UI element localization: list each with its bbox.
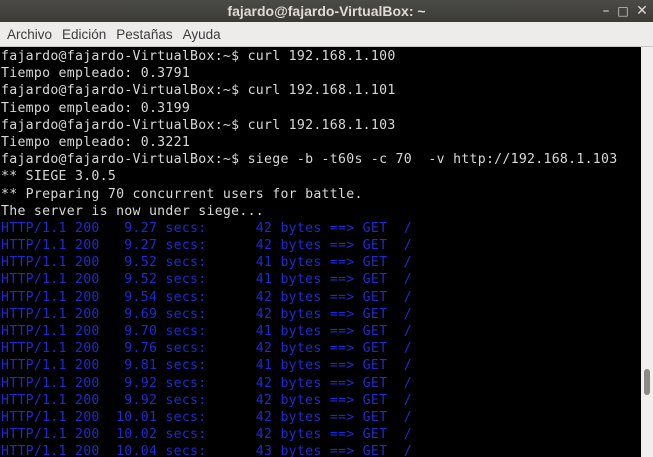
terminal-line: ** SIEGE 3.0.5 — [1, 169, 117, 185]
title-bar[interactable]: fajardo@fajardo-VirtualBox: ~ – □ ✕ — [0, 0, 653, 22]
scrollbar-thumb[interactable] — [644, 369, 650, 395]
siege-result-line: HTTP/1.1 200 9.27 secs: 42 bytes ==> GET… — [1, 238, 412, 254]
minimize-icon[interactable]: – — [598, 3, 614, 19]
menu-edicion[interactable]: Edición — [57, 22, 111, 47]
siege-result-line: HTTP/1.1 200 9.52 secs: 41 bytes ==> GET… — [1, 272, 412, 288]
menu-bar: Archivo Edición Pestañas Ayuda — [0, 22, 653, 47]
window-title: fajardo@fajardo-VirtualBox: ~ — [227, 3, 426, 19]
terminal-line: The server is now under siege... — [1, 203, 265, 219]
terminal-lines: fajardo@fajardo-VirtualBox:~$ curl 192.1… — [1, 48, 617, 457]
terminal-line: Tiempo empleado: 0.3221 — [1, 134, 191, 150]
siege-result-line: HTTP/1.1 200 9.92 secs: 42 bytes ==> GET… — [1, 392, 412, 408]
siege-result-line: HTTP/1.1 200 9.76 secs: 42 bytes ==> GET… — [1, 341, 412, 357]
terminal-window: fajardo@fajardo-VirtualBox: ~ – □ ✕ Arch… — [0, 0, 653, 457]
siege-result-line: HTTP/1.1 200 9.70 secs: 41 bytes ==> GET… — [1, 324, 412, 339]
terminal-line: ** Preparing 70 concurrent users for bat… — [1, 186, 363, 202]
menu-ayuda[interactable]: Ayuda — [178, 22, 226, 47]
terminal-line: fajardo@fajardo-VirtualBox:~$ curl 192.1… — [1, 49, 396, 64]
siege-result-line: HTTP/1.1 200 10.04 secs: 43 bytes ==> GE… — [1, 444, 412, 457]
siege-result-line: HTTP/1.1 200 9.27 secs: 42 bytes ==> GET… — [1, 220, 412, 236]
siege-result-line: HTTP/1.1 200 9.69 secs: 42 bytes ==> GET… — [1, 306, 412, 322]
siege-result-line: HTTP/1.1 200 9.92 secs: 42 bytes ==> GET… — [1, 375, 412, 391]
terminal-line: fajardo@fajardo-VirtualBox:~$ siege -b -… — [1, 152, 618, 168]
menu-archivo[interactable]: Archivo — [2, 22, 57, 47]
close-icon[interactable]: ✕ — [634, 3, 650, 19]
terminal-line: Tiempo empleado: 0.3791 — [1, 66, 191, 82]
terminal-line: fajardo@fajardo-VirtualBox:~$ curl 192.1… — [1, 83, 396, 99]
siege-result-line: HTTP/1.1 200 9.52 secs: 41 bytes ==> GET… — [1, 255, 412, 271]
siege-result-line: HTTP/1.1 200 10.01 secs: 42 bytes ==> GE… — [1, 409, 412, 425]
siege-result-line: HTTP/1.1 200 9.54 secs: 42 bytes ==> GET… — [1, 289, 412, 305]
scrollbar[interactable] — [641, 47, 653, 457]
menu-pestanas[interactable]: Pestañas — [111, 22, 177, 47]
terminal-line: Tiempo empleado: 0.3199 — [1, 100, 191, 116]
siege-result-line: HTTP/1.1 200 9.81 secs: 41 bytes ==> GET… — [1, 358, 412, 374]
siege-result-line: HTTP/1.1 200 10.02 secs: 42 bytes ==> GE… — [1, 427, 412, 443]
terminal-line: fajardo@fajardo-VirtualBox:~$ curl 192.1… — [1, 117, 396, 133]
maximize-icon[interactable]: □ — [615, 3, 631, 19]
terminal-output[interactable]: fajardo@fajardo-VirtualBox:~$ curl 192.1… — [0, 47, 641, 457]
